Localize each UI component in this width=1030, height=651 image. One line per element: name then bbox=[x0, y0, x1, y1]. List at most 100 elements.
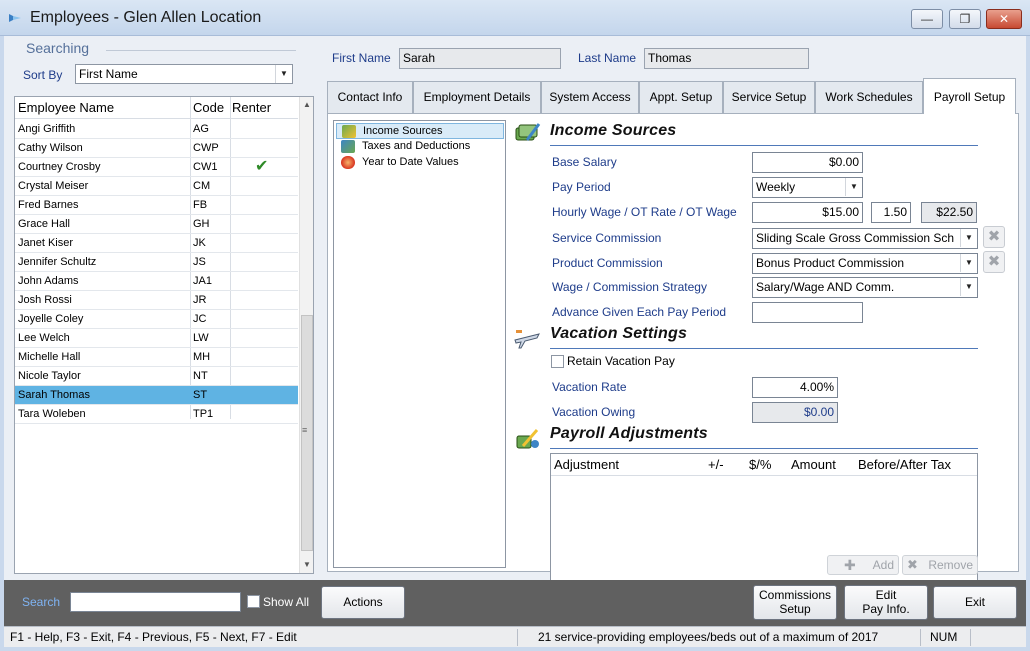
table-row[interactable]: Crystal Meiser CM bbox=[15, 177, 298, 196]
employee-name-cell: Angi Griffith bbox=[18, 123, 76, 135]
table-row[interactable]: Joyelle Coley JC bbox=[15, 310, 298, 329]
actions-button[interactable]: Actions bbox=[321, 586, 405, 619]
service-commission-label: Service Commission bbox=[552, 231, 662, 245]
col-code[interactable]: Code bbox=[193, 100, 224, 115]
employee-code-cell: FB bbox=[193, 199, 208, 211]
employee-code-cell: MH bbox=[193, 351, 211, 363]
clear-service-commission-button[interactable]: ✖ bbox=[983, 226, 1005, 248]
last-name-field[interactable]: Thomas bbox=[644, 48, 809, 69]
employee-name-cell: Jennifer Schultz bbox=[18, 256, 97, 268]
chevron-down-icon[interactable]: ▼ bbox=[960, 278, 977, 296]
tab-payroll-setup[interactable]: Payroll Setup bbox=[923, 78, 1016, 114]
employee-code-cell: CWP bbox=[193, 142, 219, 154]
app-icon bbox=[9, 14, 21, 22]
edit-pay-info-button[interactable]: Edit Pay Info. bbox=[844, 585, 928, 620]
tab-service-setup[interactable]: Service Setup bbox=[723, 81, 815, 113]
table-row[interactable]: Tara Woleben TP1 bbox=[15, 405, 298, 424]
employee-code-cell: TP1 bbox=[193, 408, 214, 420]
table-row[interactable]: Josh Rossi JR bbox=[15, 291, 298, 310]
legend-divider bbox=[106, 50, 296, 51]
col-before-after-tax[interactable]: Before/After Tax bbox=[858, 457, 951, 472]
scroll-up-icon[interactable]: ▲ bbox=[300, 98, 314, 112]
table-row[interactable]: Michelle Hall MH bbox=[15, 348, 298, 367]
section-divider bbox=[550, 348, 978, 349]
searching-legend: Searching bbox=[26, 40, 90, 56]
tree-item-income-sources[interactable]: Income Sources bbox=[336, 123, 504, 139]
sort-by-select[interactable]: First Name ▼ bbox=[75, 64, 293, 84]
exit-button[interactable]: Exit bbox=[933, 586, 1017, 619]
product-commission-value: Bonus Product Commission bbox=[756, 256, 905, 270]
search-input[interactable] bbox=[70, 592, 241, 612]
clear-product-commission-button[interactable]: ✖ bbox=[983, 251, 1005, 273]
hourly-wage-label: Hourly Wage / OT Rate / OT Wage bbox=[552, 205, 737, 219]
tab-employment-details[interactable]: Employment Details bbox=[413, 81, 541, 113]
employee-name-cell: Fred Barnes bbox=[18, 199, 79, 211]
tree-item-taxes[interactable]: Taxes and Deductions bbox=[336, 139, 504, 155]
tab-work-schedules[interactable]: Work Schedules bbox=[815, 81, 923, 113]
table-row[interactable]: Cathy Wilson CWP bbox=[15, 139, 298, 158]
tree-item-label: Income Sources bbox=[363, 125, 443, 137]
plus-icon: ✚ bbox=[844, 557, 856, 573]
bottom-toolbar: Search Show All Actions Commissions Setu… bbox=[4, 580, 1026, 626]
status-divider bbox=[920, 629, 921, 646]
col-employee-name[interactable]: Employee Name bbox=[18, 100, 114, 115]
scroll-down-icon[interactable]: ▼ bbox=[300, 558, 314, 572]
last-name-label: Last Name bbox=[578, 51, 637, 65]
strategy-select[interactable]: Salary/Wage AND Comm. ▼ bbox=[752, 277, 978, 298]
close-button[interactable]: ✕ bbox=[986, 9, 1022, 29]
maximize-button[interactable]: ❐ bbox=[949, 9, 981, 29]
table-row[interactable]: Fred Barnes FB bbox=[15, 196, 298, 215]
pay-period-select[interactable]: Weekly ▼ bbox=[752, 177, 863, 198]
table-row[interactable]: Nicole Taylor NT bbox=[15, 367, 298, 386]
money-icon bbox=[342, 125, 356, 138]
commissions-setup-button[interactable]: Commissions Setup bbox=[753, 585, 837, 620]
section-divider bbox=[550, 448, 978, 449]
remove-adjustment-button[interactable]: ✖ Remove bbox=[902, 555, 978, 575]
col-adjustment[interactable]: Adjustment bbox=[554, 457, 619, 472]
table-row[interactable]: Sarah Thomas ST bbox=[15, 386, 298, 405]
retain-vacation-checkbox[interactable] bbox=[551, 355, 564, 368]
service-commission-select[interactable]: Sliding Scale Gross Commission Sch ▼ bbox=[752, 228, 978, 249]
advance-field[interactable] bbox=[752, 302, 863, 323]
col-plus-minus[interactable]: +/- bbox=[708, 457, 724, 472]
hourly-wage-field[interactable]: $15.00 bbox=[752, 202, 863, 223]
tab-system-access[interactable]: System Access bbox=[541, 81, 639, 113]
show-all-checkbox[interactable] bbox=[247, 595, 260, 608]
tab-contact-info[interactable]: Contact Info bbox=[327, 81, 413, 113]
minimize-button[interactable]: — bbox=[911, 9, 943, 29]
product-commission-select[interactable]: Bonus Product Commission ▼ bbox=[752, 253, 978, 274]
col-renter[interactable]: Renter bbox=[232, 100, 271, 115]
ot-rate-field[interactable]: 1.50 bbox=[871, 202, 911, 223]
chevron-down-icon[interactable]: ▼ bbox=[845, 178, 862, 196]
table-row[interactable]: John Adams JA1 bbox=[15, 272, 298, 291]
client-area: Searching Sort By First Name ▼ Employee … bbox=[4, 36, 1026, 590]
chevron-down-icon[interactable]: ▼ bbox=[275, 65, 292, 83]
first-name-field[interactable]: Sarah bbox=[399, 48, 561, 69]
strategy-value: Salary/Wage AND Comm. bbox=[756, 280, 895, 294]
search-label: Search bbox=[22, 595, 61, 609]
tab-appt-setup[interactable]: Appt. Setup bbox=[639, 81, 723, 113]
table-row[interactable]: Grace Hall GH bbox=[15, 215, 298, 234]
grid-scrollbar[interactable]: ▲ ≡ ▼ bbox=[299, 97, 313, 573]
payroll-tree[interactable]: Income Sources Taxes and Deductions Year… bbox=[333, 120, 506, 568]
payroll-adjustments-title: Payroll Adjustments bbox=[550, 425, 708, 442]
base-salary-field[interactable]: $0.00 bbox=[752, 152, 863, 173]
employee-grid[interactable]: Employee Name Code Renter Angi Griffith A… bbox=[14, 96, 314, 574]
table-row[interactable]: Lee Welch LW bbox=[15, 329, 298, 348]
table-row[interactable]: Jennifer Schultz JS bbox=[15, 253, 298, 272]
col-amount[interactable]: Amount bbox=[791, 457, 836, 472]
tax-icon bbox=[341, 140, 355, 153]
table-row[interactable]: Angi Griffith AG bbox=[15, 120, 298, 139]
add-adjustment-button[interactable]: ✚ Add bbox=[827, 555, 899, 575]
col-dollar-percent[interactable]: $/% bbox=[749, 457, 771, 472]
employee-code-cell: LW bbox=[193, 332, 209, 344]
chevron-down-icon[interactable]: ▼ bbox=[960, 254, 977, 272]
vacation-rate-field[interactable]: 4.00% bbox=[752, 377, 838, 398]
chevron-down-icon[interactable]: ▼ bbox=[960, 229, 977, 247]
table-row[interactable]: Courtney Crosby CW1 ✔ bbox=[15, 158, 298, 177]
employee-name-cell: Grace Hall bbox=[18, 218, 70, 230]
employee-code-cell: NT bbox=[193, 370, 208, 382]
tree-item-ytd[interactable]: Year to Date Values bbox=[336, 155, 504, 171]
table-row[interactable]: Janet Kiser JK bbox=[15, 234, 298, 253]
grip-icon: ≡ bbox=[302, 425, 308, 435]
